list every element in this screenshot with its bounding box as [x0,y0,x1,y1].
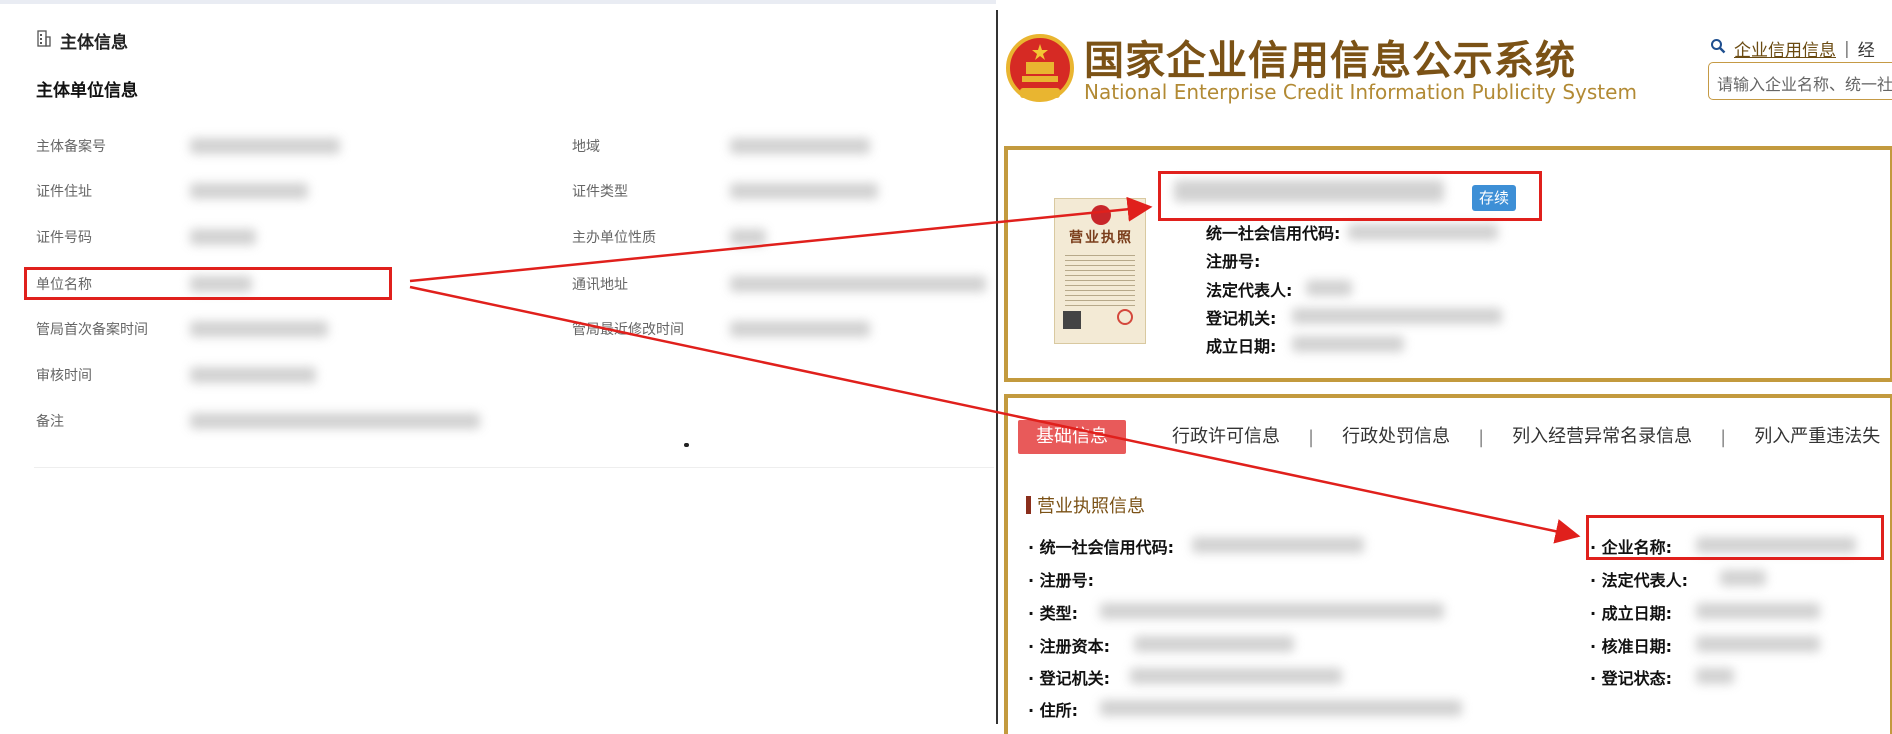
link-enterprise-credit[interactable]: 企业信用信息 [1734,36,1836,61]
field-label-id-type: 证件类型 [572,184,628,200]
detail-label-reg-no: · 注册号: [1028,571,1095,590]
top-links: 企业信用信息 | 经 [1710,36,1875,61]
field-value-record-no [190,138,340,154]
stray-mark [684,443,689,447]
highlight-unit-name [24,267,392,300]
detail-label-type: · 类型: [1028,604,1079,623]
field-value-last-modified-time [730,321,870,337]
gsxt-panel: 国家企业信用信息公示系统 National Enterprise Credit … [996,0,1892,734]
detail-value-est-date [1696,603,1820,619]
license-info-heading: 营业执照信息 [1026,492,1145,518]
field-label-mail-address: 通讯地址 [572,277,628,293]
divider [34,467,994,468]
field-value-org-nature [730,229,766,245]
field-value-id-number [190,229,256,245]
detail-label-legal-rep: · 法定代表人: [1590,571,1689,590]
field-value-mail-address [730,276,986,292]
heading-marker [1026,496,1031,514]
tab-abnormal-operation[interactable]: 列入经营异常名录信息 [1484,420,1720,454]
tab-admin-penalty[interactable]: 行政处罚信息 [1314,420,1478,454]
detail-value-legal-rep [1720,570,1766,586]
link-business[interactable]: 经 [1858,36,1875,61]
highlight-company-header [1158,171,1542,221]
field-label-last-modified-time: 管局最近修改时间 [572,322,684,338]
field-label-id-number: 证件号码 [36,230,92,246]
detail-value-type [1100,603,1444,619]
system-title-cn: 国家企业信用信息公示系统 [1084,37,1576,84]
detail-value-reg-capital [1134,636,1294,652]
info-label-est-date: 成立日期: [1206,337,1277,356]
section-title: 主体信息 [36,28,128,53]
field-value-id-type [730,183,878,199]
field-label-remarks: 备注 [36,414,64,430]
tab-serious-violation[interactable]: 列入严重违法失 [1726,420,1892,454]
info-label-reg-authority: 登记机关: [1206,309,1277,328]
license-info-title: 营业执照信息 [1037,496,1145,517]
detail-label-reg-authority: · 登记机关: [1028,669,1111,688]
field-label-first-record-time: 管局首次备案时间 [36,322,148,338]
detail-label-reg-status: · 登记状态: [1590,669,1673,688]
icp-record-panel: 主体信息 主体单位信息 主体备案号 地域 证件住址 证件类型 证件号码 主办单位… [0,0,1060,724]
building-icon [36,29,52,52]
field-label-region: 地域 [572,139,600,155]
detail-value-reg-status [1696,668,1734,684]
seal-icon [1117,309,1133,325]
field-label-record-no: 主体备案号 [36,139,106,155]
business-license-image: 营业执照 [1054,198,1146,344]
panel-separator [996,10,998,724]
detail-label-approval-date: · 核准日期: [1590,637,1673,656]
license-text-lines [1065,251,1135,309]
link-separator: | [1844,38,1850,59]
info-label-credit-code: 统一社会信用代码: [1206,224,1341,243]
field-label-org-nature: 主办单位性质 [572,230,656,246]
info-label-reg-no: 注册号: [1206,252,1261,271]
field-value-first-record-time [190,321,328,337]
subject-info-card [10,4,996,486]
detail-value-credit-code [1192,537,1364,553]
field-value-region [730,138,870,154]
tab-admin-license[interactable]: 行政许可信息 [1144,420,1308,454]
license-title: 营业执照 [1069,230,1133,246]
info-value-est-date [1292,336,1404,352]
info-value-credit-code [1348,224,1498,240]
magnifier-icon [1710,38,1726,59]
subsection-title: 主体单位信息 [36,81,138,101]
search-input[interactable]: 请输入企业名称、统一社 [1708,62,1892,100]
qr-code-icon [1063,311,1081,329]
info-value-reg-authority [1292,308,1502,324]
detail-label-reg-capital: · 注册资本: [1028,637,1111,656]
info-value-legal-rep [1306,280,1352,296]
detail-label-credit-code: · 统一社会信用代码: [1028,538,1175,557]
detail-value-reg-authority [1130,668,1342,684]
field-value-review-time [190,367,316,383]
detail-value-approval-date [1696,636,1820,652]
system-title-en: National Enterprise Credit Information P… [1084,80,1637,104]
info-label-legal-rep: 法定代表人: [1206,281,1293,300]
national-emblem-icon [1006,32,1074,104]
tab-bar: 基础信息 行政许可信息 | 行政处罚信息 | 列入经营异常名录信息 | 列入严重… [1018,420,1892,454]
field-label-id-address: 证件住址 [36,184,92,200]
section-title-text: 主体信息 [60,33,128,53]
field-label-review-time: 审核时间 [36,368,92,384]
license-emblem-icon [1091,205,1111,225]
tab-basic-info[interactable]: 基础信息 [1018,420,1126,454]
field-value-id-address [190,183,308,199]
field-value-remarks [190,413,480,429]
detail-label-est-date: · 成立日期: [1590,604,1673,623]
detail-label-address: · 住所: [1028,701,1079,720]
highlight-enterprise-name [1586,515,1884,560]
detail-value-address [1100,700,1462,716]
